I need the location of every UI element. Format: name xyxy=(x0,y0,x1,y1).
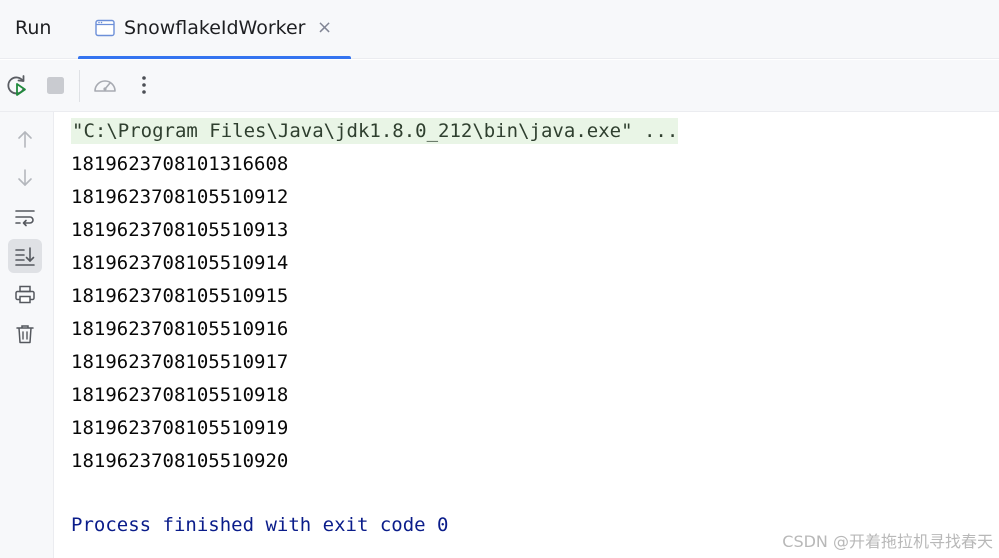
toolbar-separator xyxy=(79,70,80,102)
scroll-to-end-button[interactable] xyxy=(8,239,42,273)
more-icon xyxy=(131,76,157,103)
output-line: 1819623708105510919 xyxy=(71,417,289,439)
run-tool-window-header: Run SnowflakeIdWorker × xyxy=(0,0,999,59)
tool-window-title: Run xyxy=(15,17,52,39)
run-toolbar xyxy=(0,60,999,112)
soft-wrap-icon xyxy=(15,210,35,227)
output-line: 1819623708105510912 xyxy=(71,186,289,208)
output-line: 1819623708105510913 xyxy=(71,219,289,241)
console-side-toolbar xyxy=(0,112,54,558)
trash-icon xyxy=(16,325,34,344)
scroll-to-end-icon xyxy=(15,247,35,266)
console-output[interactable]: "C:\Program Files\Java\jdk1.8.0_212\bin\… xyxy=(55,112,999,558)
more-options-button[interactable] xyxy=(131,73,157,99)
arrow-down-icon xyxy=(18,169,32,186)
stop-button[interactable] xyxy=(43,73,69,99)
output-line: 1819623708105510917 xyxy=(71,351,289,373)
print-icon xyxy=(15,285,35,304)
output-line: 1819623708101316608 xyxy=(71,153,289,175)
profiler-button[interactable] xyxy=(92,73,118,99)
tab-snowflake-id-worker[interactable]: SnowflakeIdWorker × xyxy=(78,0,351,59)
close-icon[interactable]: × xyxy=(317,17,332,38)
output-line: 1819623708105510918 xyxy=(71,384,289,406)
print-button[interactable] xyxy=(8,278,42,312)
rerun-icon xyxy=(4,75,30,103)
soft-wrap-button[interactable] xyxy=(8,200,42,234)
tab-label: SnowflakeIdWorker xyxy=(124,17,306,39)
previous-occurrence-button[interactable] xyxy=(8,122,42,156)
output-line: 1819623708105510916 xyxy=(71,318,289,340)
output-line: 1819623708105510920 xyxy=(71,450,289,472)
watermark: CSDN @开着拖拉机寻找春天 xyxy=(782,532,993,551)
arrow-up-icon xyxy=(18,131,32,148)
profiler-icon xyxy=(92,80,118,103)
next-occurrence-button[interactable] xyxy=(8,161,42,195)
exit-message: Process finished with exit code 0 xyxy=(71,514,449,536)
clear-all-button[interactable] xyxy=(8,317,42,351)
stop-icon xyxy=(43,77,69,103)
command-line: "C:\Program Files\Java\jdk1.8.0_212\bin\… xyxy=(71,118,679,144)
output-line: 1819623708105510914 xyxy=(71,252,289,274)
output-line: 1819623708105510915 xyxy=(71,285,289,307)
rerun-button[interactable] xyxy=(4,73,30,99)
console-window-icon xyxy=(95,19,115,37)
active-tab-indicator xyxy=(78,56,351,59)
